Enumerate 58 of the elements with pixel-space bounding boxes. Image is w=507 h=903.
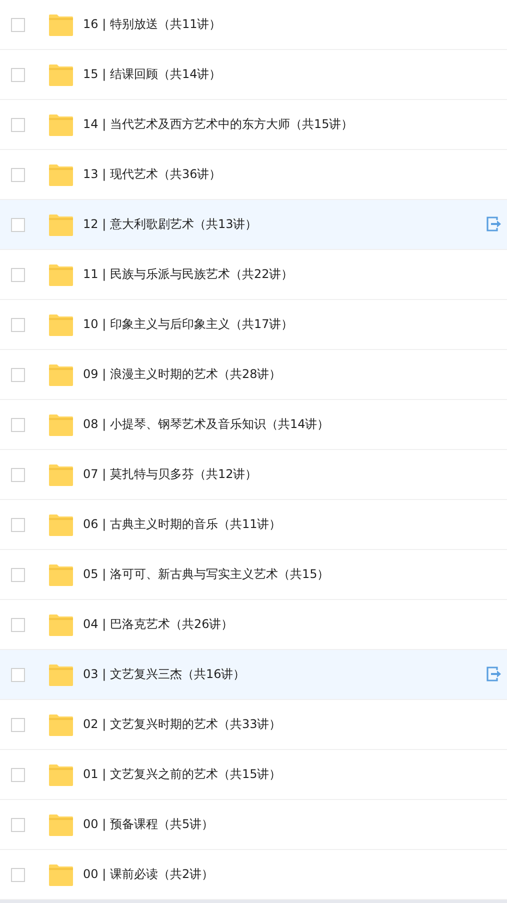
folder-icon xyxy=(49,14,73,36)
checkbox[interactable] xyxy=(11,68,25,82)
folder-name: 00 | 课前必读（共2讲） xyxy=(83,866,214,883)
checkbox[interactable] xyxy=(11,568,25,582)
checkbox[interactable] xyxy=(11,168,25,182)
folder-icon xyxy=(49,664,73,686)
checkbox[interactable] xyxy=(11,18,25,32)
folder-name: 06 | 古典主义时期的音乐（共11讲） xyxy=(83,516,282,533)
folder-name: 09 | 浪漫主义时期的艺术（共28讲） xyxy=(83,366,282,383)
folder-name: 07 | 莫扎特与贝多芬（共12讲） xyxy=(83,466,258,483)
folder-row[interactable]: 03 | 文艺复兴三杰（共16讲） xyxy=(0,650,507,700)
folder-icon xyxy=(49,514,73,536)
folder-name: 10 | 印象主义与后印象主义（共17讲） xyxy=(83,316,294,333)
folder-name: 01 | 文艺复兴之前的艺术（共15讲） xyxy=(83,766,282,783)
folder-icon xyxy=(49,764,73,786)
folder-icon xyxy=(49,464,73,486)
checkbox[interactable] xyxy=(11,318,25,332)
folder-name: 05 | 洛可可、新古典与写实主义艺术（共15） xyxy=(83,566,330,583)
folder-icon xyxy=(49,414,73,436)
folder-icon xyxy=(49,314,73,336)
folder-icon xyxy=(49,64,73,86)
folder-row[interactable]: 12 | 意大利歌剧艺术（共13讲） xyxy=(0,200,507,250)
folder-icon xyxy=(49,814,73,836)
folder-name: 13 | 现代艺术（共36讲） xyxy=(83,166,222,183)
folder-icon xyxy=(49,114,73,136)
folder-name: 11 | 民族与乐派与民族艺术（共22讲） xyxy=(83,266,294,283)
folder-name: 04 | 巴洛克艺术（共26讲） xyxy=(83,616,234,633)
folder-name: 08 | 小提琴、钢琴艺术及音乐知识（共14讲） xyxy=(83,416,330,433)
checkbox[interactable] xyxy=(11,718,25,732)
checkbox[interactable] xyxy=(11,218,25,232)
folder-icon xyxy=(49,264,73,286)
folder-name: 12 | 意大利歌剧艺术（共13讲） xyxy=(83,216,258,233)
move-to-icon[interactable] xyxy=(486,216,502,232)
folder-icon xyxy=(49,864,73,886)
folder-icon xyxy=(49,714,73,736)
checkbox[interactable] xyxy=(11,468,25,482)
checkbox[interactable] xyxy=(11,518,25,532)
folder-icon xyxy=(49,614,73,636)
checkbox[interactable] xyxy=(11,768,25,782)
folder-icon xyxy=(49,214,73,236)
folder-name: 00 | 预备课程（共5讲） xyxy=(83,816,214,833)
folder-name: 14 | 当代艺术及西方艺术中的东方大师（共15讲） xyxy=(83,116,354,133)
checkbox[interactable] xyxy=(11,818,25,832)
checkbox[interactable] xyxy=(11,418,25,432)
checkbox[interactable] xyxy=(11,118,25,132)
folder-name: 03 | 文艺复兴三杰（共16讲） xyxy=(83,666,246,683)
folder-icon xyxy=(49,364,73,386)
checkbox[interactable] xyxy=(11,618,25,632)
checkbox[interactable] xyxy=(11,368,25,382)
checkbox[interactable] xyxy=(11,268,25,282)
checkbox[interactable] xyxy=(11,668,25,682)
folder-icon xyxy=(49,564,73,586)
folder-name: 15 | 结课回顾（共14讲） xyxy=(83,66,222,83)
checkbox[interactable] xyxy=(11,868,25,882)
folder-name: 16 | 特别放送（共11讲） xyxy=(83,16,222,33)
move-to-icon[interactable] xyxy=(486,666,502,682)
folder-name: 02 | 文艺复兴时期的艺术（共33讲） xyxy=(83,716,282,733)
folder-icon xyxy=(49,164,73,186)
